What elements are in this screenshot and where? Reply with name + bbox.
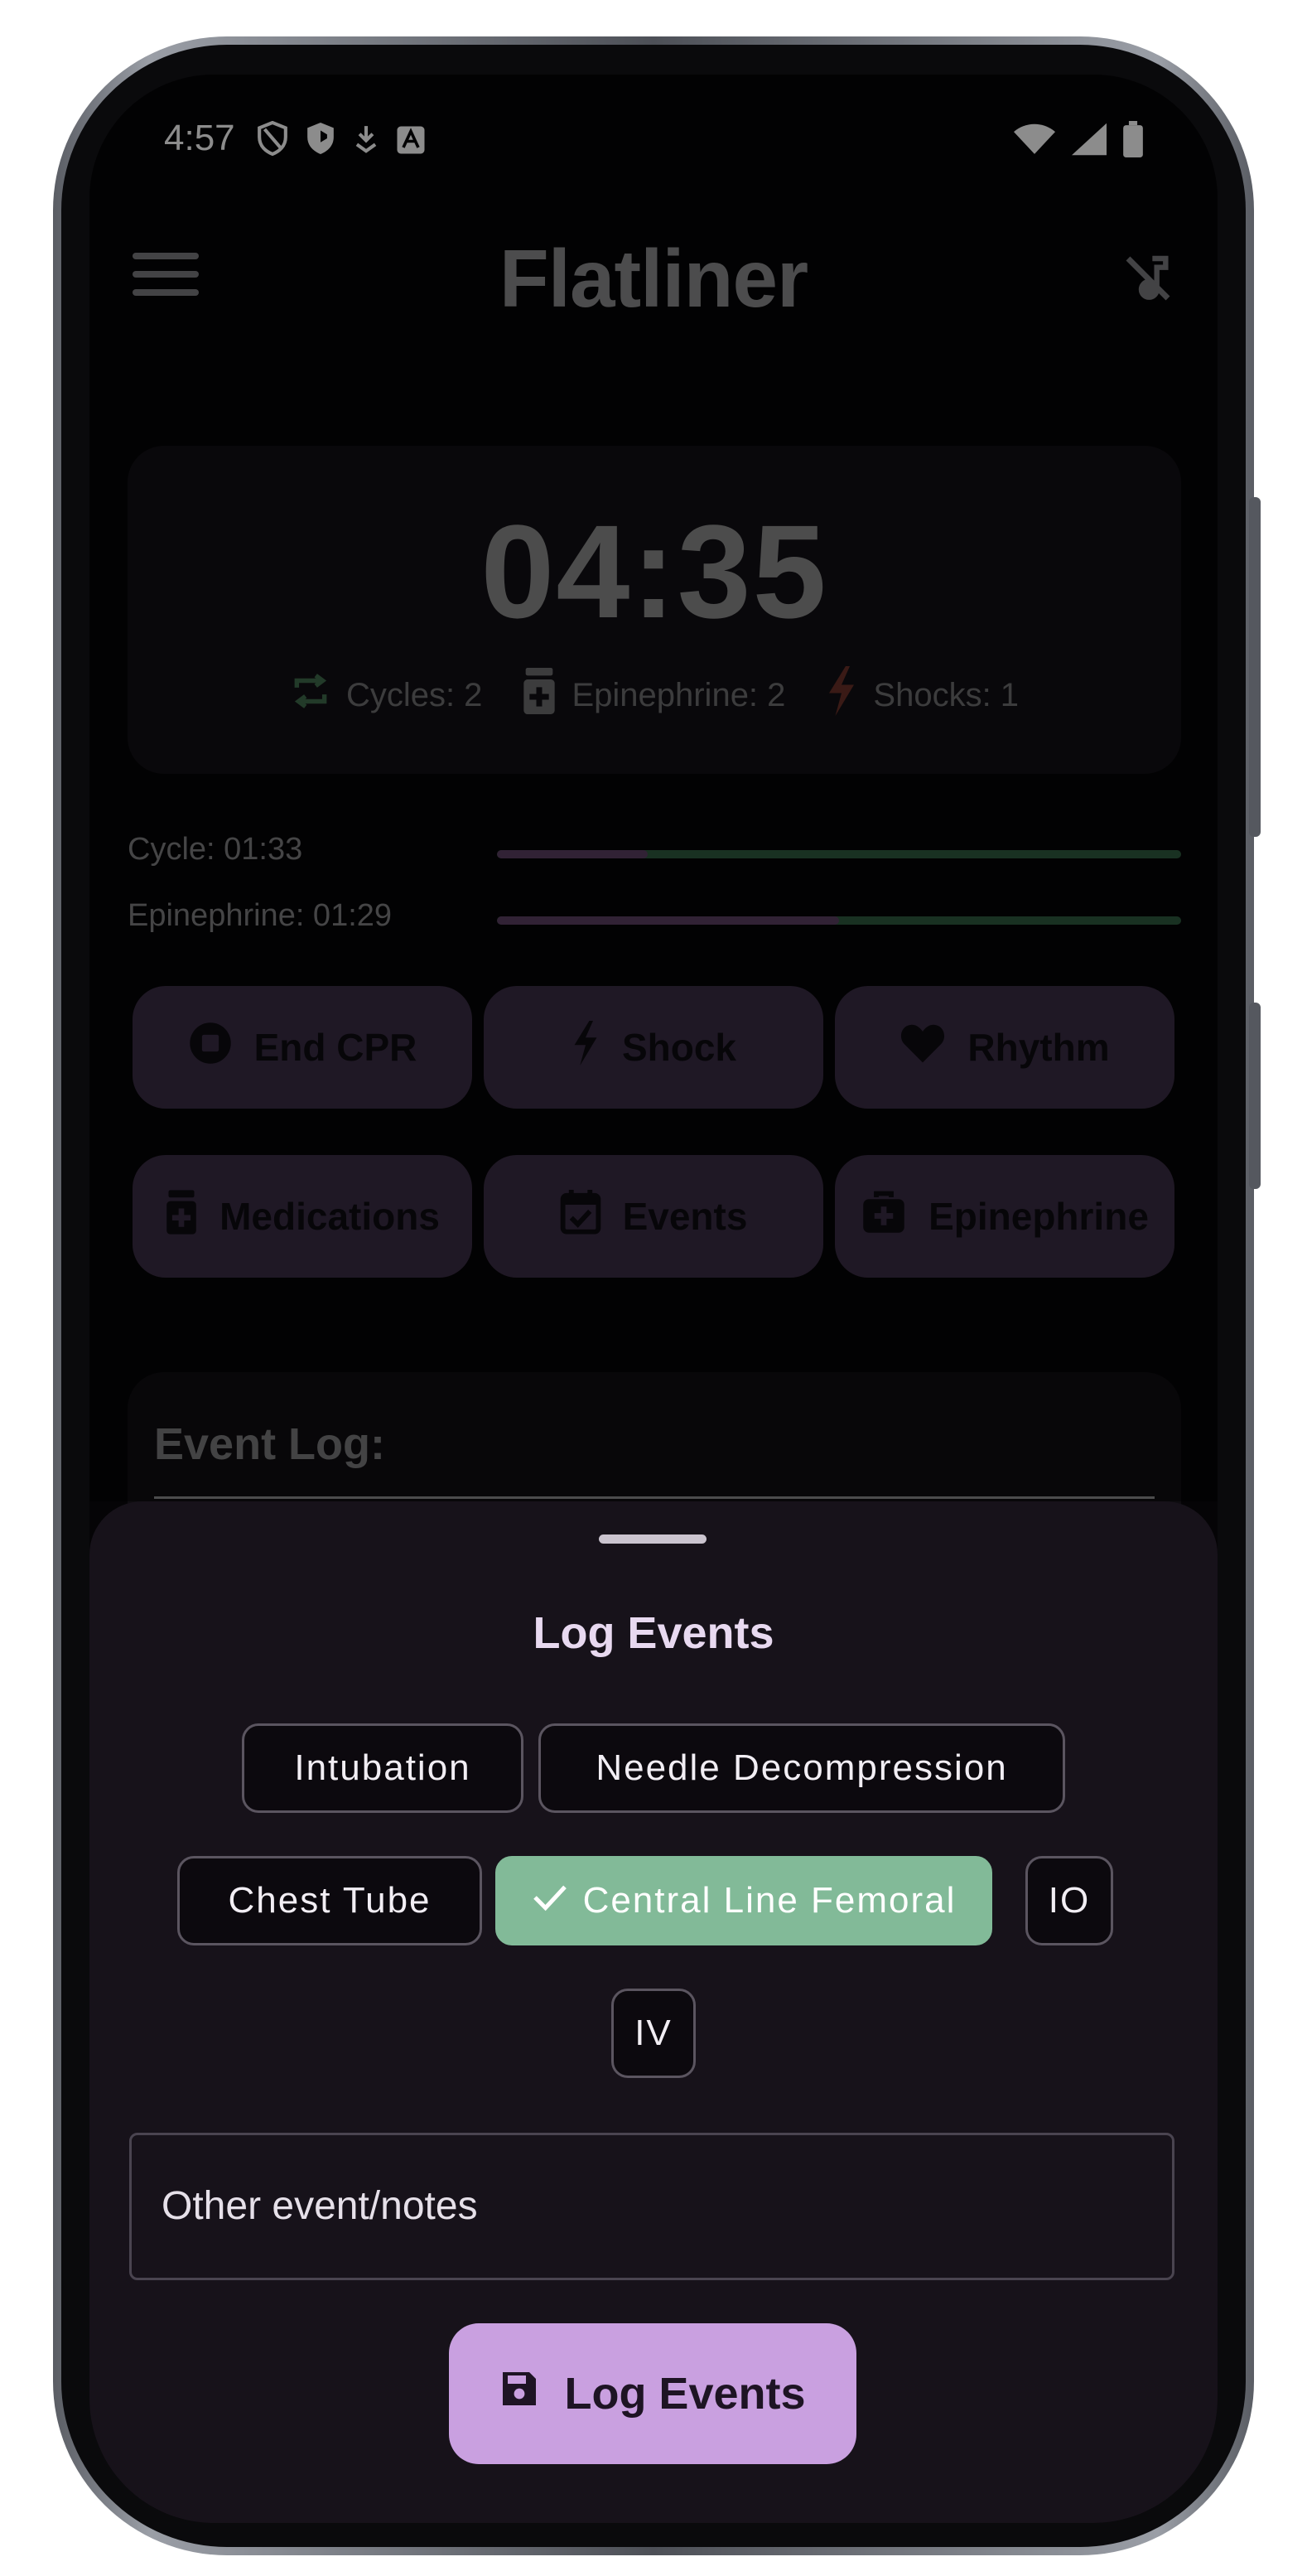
bolt-icon	[825, 666, 858, 724]
save-icon	[499, 2368, 539, 2419]
shocks-count: Shocks: 1	[825, 666, 1019, 724]
volume-button	[1249, 1003, 1261, 1189]
medication-icon	[165, 1189, 198, 1244]
chip-chest-tube[interactable]: Chest Tube	[177, 1856, 482, 1945]
chip-label: IV	[634, 2013, 673, 2053]
heart-icon	[899, 1022, 946, 1074]
cycle-progress-track	[497, 850, 1181, 858]
chip-iv[interactable]: IV	[611, 1989, 696, 2078]
sheet-title: Log Events	[533, 1608, 774, 1658]
medications-button[interactable]: Medications	[133, 1155, 472, 1278]
shield-filled-icon	[305, 121, 336, 165]
shield-outline-icon	[257, 120, 288, 165]
epinephrine-button[interactable]: Epinephrine	[835, 1155, 1174, 1278]
check-icon	[532, 1880, 568, 1921]
shocks-label: Shocks: 1	[873, 676, 1020, 713]
sheet-drag-handle[interactable]	[599, 1534, 707, 1544]
epinephrine-progress: Epinephrine: 01:29	[128, 898, 1181, 940]
end-cpr-label: End CPR	[253, 1026, 417, 1069]
end-cpr-button[interactable]: End CPR	[133, 986, 472, 1109]
signal-icon	[1072, 123, 1107, 165]
epinephrine-label: Epinephrine	[928, 1195, 1149, 1238]
log-events-button-label: Log Events	[564, 2369, 806, 2419]
stop-circle-icon	[188, 1021, 233, 1075]
text-app-icon	[396, 123, 426, 164]
rhythm-label: Rhythm	[967, 1026, 1110, 1069]
chip-intubation[interactable]: Intubation	[242, 1723, 523, 1813]
cycle-progress-label: Cycle: 01:33	[128, 832, 303, 867]
music-off-icon[interactable]	[1121, 252, 1174, 305]
app-screen: 4:57 Flatliner 04:35 Cycles: 2 Epinephri…	[89, 75, 1218, 2523]
epinephrine-count-label: Epinephrine: 2	[572, 676, 786, 713]
shock-button[interactable]: Shock	[484, 986, 823, 1109]
wifi-icon	[1014, 123, 1055, 165]
shock-label: Shock	[621, 1026, 737, 1069]
elapsed-timer: 04:35	[480, 497, 828, 645]
chip-label: Central Line Femoral	[582, 1880, 957, 1921]
medication-icon	[522, 668, 557, 723]
log-events-sheet: Log Events Intubation Needle Decompressi…	[89, 1501, 1218, 2523]
cycles-count: Cycles: 2	[290, 668, 483, 723]
other-event-notes-input[interactable]: Other event/notes	[129, 2133, 1174, 2280]
chip-io[interactable]: IO	[1025, 1856, 1113, 1945]
status-icons-left	[257, 120, 426, 165]
events-button[interactable]: Events	[484, 1155, 823, 1278]
app-bar: Flatliner	[89, 215, 1218, 331]
event-log-title: Event Log:	[154, 1419, 385, 1469]
chip-label: IO	[1048, 1880, 1091, 1921]
status-bar: 4:57	[164, 114, 1143, 164]
epinephrine-progress-label: Epinephrine: 01:29	[128, 898, 393, 933]
bolt-icon	[571, 1020, 600, 1075]
status-time: 4:57	[164, 118, 235, 158]
timer-card: 04:35 Cycles: 2 Epinephrine: 2 Shocks: 1	[128, 446, 1181, 774]
epinephrine-progress-track	[497, 916, 1181, 925]
chip-central-line-femoral[interactable]: Central Line Femoral	[495, 1856, 992, 1945]
counts-row: Cycles: 2 Epinephrine: 2 Shocks: 1	[128, 666, 1181, 724]
epinephrine-count: Epinephrine: 2	[522, 668, 785, 723]
chip-needle-decompression[interactable]: Needle Decompression	[538, 1723, 1065, 1813]
event-log-divider	[154, 1496, 1155, 1499]
medical-kit-icon	[861, 1190, 907, 1244]
calendar-check-icon	[560, 1189, 601, 1244]
app-title: Flatliner	[499, 233, 808, 324]
battery-icon	[1123, 121, 1143, 167]
rhythm-button[interactable]: Rhythm	[835, 986, 1174, 1109]
chip-label: Needle Decompression	[596, 1747, 1008, 1788]
medications-label: Medications	[219, 1195, 440, 1238]
chip-label: Intubation	[294, 1747, 471, 1788]
events-label: Events	[622, 1195, 748, 1238]
power-button	[1249, 497, 1261, 837]
repeat-icon	[290, 668, 331, 723]
cycles-label: Cycles: 2	[345, 676, 483, 713]
cycle-progress: Cycle: 01:33	[128, 832, 1181, 873]
download-icon	[353, 123, 379, 164]
chip-label: Chest Tube	[228, 1880, 432, 1921]
epinephrine-progress-fill	[497, 916, 839, 925]
log-events-button[interactable]: Log Events	[449, 2323, 856, 2464]
status-icons-right	[1014, 121, 1143, 167]
cycle-progress-fill	[497, 850, 648, 858]
